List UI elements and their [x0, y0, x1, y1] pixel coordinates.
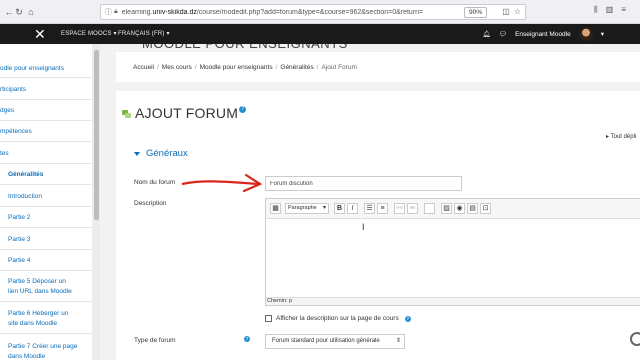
link-icon[interactable]: ⚯	[394, 203, 405, 214]
breadcrumb-course[interactable]: Moodle pour enseignants	[200, 64, 273, 71]
show-description-checkbox[interactable]	[265, 315, 272, 322]
forum-type-label: Type de forum	[134, 337, 176, 344]
divider	[0, 77, 95, 78]
blank-button[interactable]	[424, 203, 435, 214]
lock-icon: 🔒︎	[114, 8, 118, 15]
sidebar-scroll-thumb[interactable]	[94, 50, 99, 220]
paragraph-select[interactable]: Paragraphe	[285, 203, 329, 214]
home-icon[interactable]: ⌂	[24, 5, 38, 19]
sidebar-item-partie-5[interactable]: Partie 5 Déposer un	[8, 277, 66, 286]
editor-toolbar: ▦ Paragraphe B I ☰ ≡ ⚯ ⚮ ▨ ◉ ▤ ⊡	[266, 199, 640, 219]
breadcrumb-my-courses[interactable]: Mes cours	[162, 64, 192, 71]
divider	[0, 206, 95, 207]
sidebar-item-partie-4[interactable]: Partie 4	[8, 256, 30, 265]
breadcrumb: Accueil / Mes cours / Moodle pour enseignant…	[133, 64, 357, 71]
text-cursor-icon: I	[362, 222, 365, 232]
library-icon[interactable]: ⫼	[594, 5, 598, 15]
chat-icon[interactable]: 💬︎	[499, 30, 507, 38]
bell-icon[interactable]: 🔔︎	[483, 30, 491, 38]
description-label: Description	[134, 200, 167, 207]
sidebar-item-partie-7[interactable]: Partie 7 Créer une page	[8, 342, 77, 351]
bold-button[interactable]: B	[334, 203, 345, 214]
divider	[0, 227, 95, 228]
image-icon[interactable]: ▨	[441, 203, 452, 214]
bullet-list-icon[interactable]: ☰	[364, 203, 375, 214]
caret-down-icon	[134, 151, 140, 156]
editor-content-area[interactable]	[266, 219, 640, 299]
sidebar-item-partie-6-cont[interactable]: site dans Moodle	[8, 319, 57, 328]
browser-actions: ⫼ ▥ ≡	[594, 5, 626, 15]
section-generaux[interactable]: Généraux	[134, 148, 188, 159]
description-editor: ▦ Paragraphe B I ☰ ≡ ⚯ ⚮ ▨ ◉ ▤ ⊡ I Chemi…	[265, 198, 640, 306]
address-bar[interactable]: ⓘ 🔒︎ elearning.univ-skikda.dz/course/mod…	[100, 4, 526, 20]
forum-name-label: Nom du forum	[134, 179, 176, 186]
show-description-label: Afficher la description sur la page de c…	[276, 315, 399, 322]
divider	[0, 99, 95, 100]
avatar[interactable]	[578, 27, 593, 41]
sidebar-item-badges[interactable]: dges	[0, 106, 14, 115]
url-actions: ◫ ☆	[502, 7, 521, 16]
section-generaux-label: Généraux	[146, 148, 188, 159]
show-description-row: Afficher la description sur la page de c…	[265, 315, 411, 322]
sidebar-item-partie-7-cont[interactable]: dans Moodle	[8, 352, 45, 360]
user-name[interactable]: Enseignant Moodle	[515, 31, 571, 38]
help-icon[interactable]: ?	[404, 315, 411, 322]
forum-icon	[122, 109, 131, 118]
forum-name-input[interactable]	[265, 176, 462, 191]
moodle-navbar: ✕ ESPACE MOOCS ▾ FRANÇAIS (FR) ▾ 🔔︎ 💬︎ E…	[0, 24, 640, 44]
sidebar-item-partie-3[interactable]: Partie 3	[8, 235, 30, 244]
espace-moocs-menu[interactable]: ESPACE MOOCS ▾	[61, 30, 117, 37]
editor-path: Chemin: p	[266, 297, 640, 305]
recorder-icon[interactable]: ⊡	[480, 203, 491, 214]
breadcrumb-section[interactable]: Généralités	[280, 64, 313, 71]
sidebar-item-introduction[interactable]: Introduction	[8, 192, 42, 201]
zoom-level[interactable]: 90%	[463, 7, 487, 18]
gear-icon[interactable]	[630, 332, 640, 346]
pocket-icon[interactable]: ◫	[502, 7, 510, 16]
italic-button[interactable]: I	[347, 203, 358, 214]
info-icon[interactable]: ⓘ	[105, 7, 112, 17]
bookmark-star-icon[interactable]: ☆	[514, 7, 521, 16]
toolbar-toggle-icon[interactable]: ▦	[270, 203, 281, 214]
sidebar-item-generalites[interactable]: Généralités	[8, 170, 43, 179]
divider	[0, 184, 95, 185]
sidebar-item-partie-5-cont[interactable]: lien URL dans Moodle	[8, 287, 72, 296]
sidebar-item-partie-6[interactable]: Partie 6 Heberger un	[8, 309, 68, 318]
breadcrumb-current: Ajout Forum	[321, 64, 357, 71]
divider	[0, 301, 95, 302]
language-menu[interactable]: FRANÇAIS (FR) ▾	[118, 30, 170, 37]
file-icon[interactable]: ▤	[467, 203, 478, 214]
browser-toolbar: ← ↻ ⌂ ⓘ 🔒︎ elearning.univ-skikda.dz/cour…	[0, 0, 640, 24]
sidebar-item-competences[interactable]: mpétences	[0, 127, 32, 136]
red-arrow-annotation	[181, 173, 263, 192]
sidebar-item-participants[interactable]: rticipants	[0, 85, 26, 94]
divider	[0, 270, 95, 271]
divider	[0, 333, 95, 334]
help-icon[interactable]: ?	[244, 336, 250, 342]
media-icon[interactable]: ◉	[454, 203, 465, 214]
divider	[0, 163, 95, 164]
divider	[0, 141, 95, 142]
page-title-row: AJOUT FORUM ?	[122, 105, 247, 121]
unlink-icon[interactable]: ⚮	[407, 203, 418, 214]
forum-type-select[interactable]: Forum standard pour utilisation générale	[265, 334, 405, 349]
expand-all-link[interactable]: ▸ Tout dépli	[606, 133, 636, 140]
sidebar-item-notes[interactable]: tes	[0, 149, 9, 158]
divider	[0, 249, 95, 250]
sidebar-item-partie-2[interactable]: Partie 2	[8, 213, 30, 222]
page-title: AJOUT FORUM	[135, 105, 239, 121]
sidebar-toggle-icon[interactable]: ▥	[606, 5, 614, 15]
course-sidebar: odle pour enseignants rticipants dges mp…	[0, 44, 96, 360]
help-icon[interactable]: ?	[239, 105, 247, 113]
close-drawer-icon[interactable]: ✕	[34, 26, 46, 42]
numbered-list-icon[interactable]: ≡	[377, 203, 388, 214]
user-area: 🔔︎ 💬︎ Enseignant Moodle ▾	[483, 27, 604, 41]
breadcrumb-home[interactable]: Accueil	[133, 64, 154, 71]
chevron-down-icon[interactable]: ▾	[601, 30, 604, 38]
sidebar-item-course[interactable]: odle pour enseignants	[0, 64, 64, 73]
divider	[0, 120, 95, 121]
menu-icon[interactable]: ≡	[621, 5, 626, 15]
url-text: elearning.univ-skikda.dz/course/modedit.…	[121, 8, 424, 16]
